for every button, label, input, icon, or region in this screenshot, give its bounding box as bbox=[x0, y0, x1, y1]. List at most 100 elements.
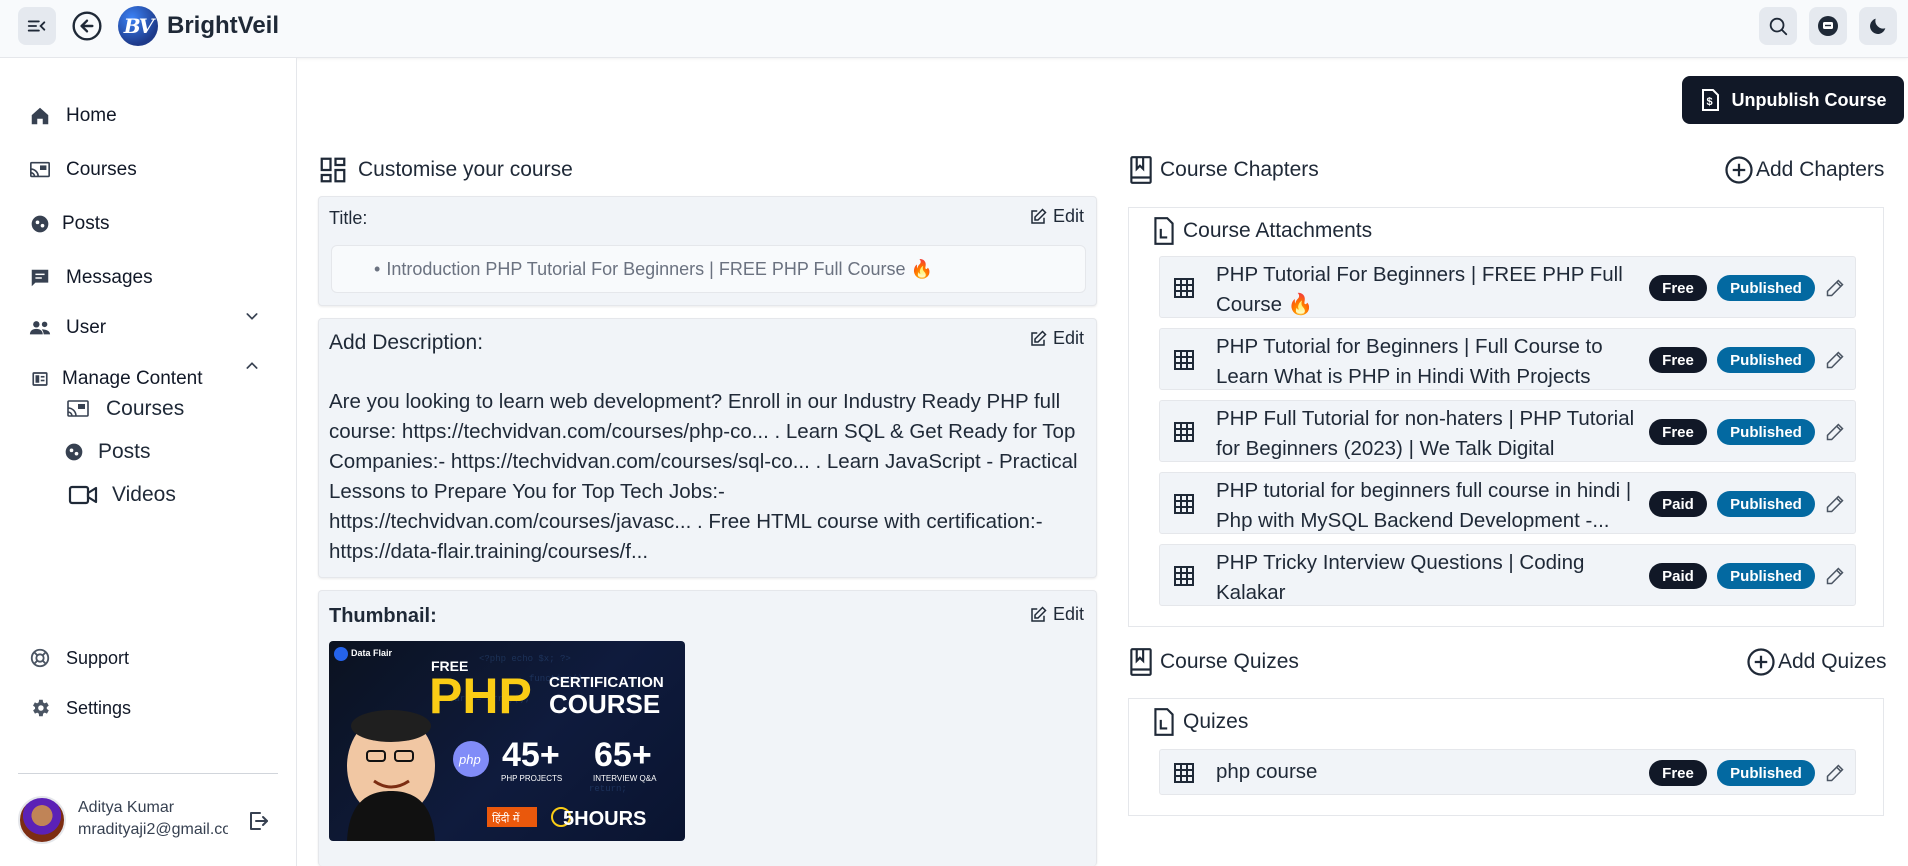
customise-heading-text: Customise your course bbox=[358, 158, 573, 181]
title-text: Introduction PHP Tutorial For Beginners … bbox=[386, 258, 933, 279]
chapter-row[interactable]: PHP Tricky Interview Questions | Coding … bbox=[1159, 544, 1856, 606]
sidebar: Home Courses Posts Messages User Manage … bbox=[0, 58, 297, 866]
pencil-icon[interactable] bbox=[1825, 763, 1845, 783]
chapter-title: PHP Tutorial For Beginners | FREE PHP Fu… bbox=[1216, 263, 1623, 316]
quizes-title-text: Quizes bbox=[1183, 710, 1249, 733]
thumb-interview-num: 65+ bbox=[594, 736, 652, 774]
theme-toggle-button[interactable] bbox=[1859, 7, 1897, 45]
add-quizes-button[interactable]: Add Quizes bbox=[1746, 647, 1887, 677]
sub-item-label: Courses bbox=[106, 397, 185, 420]
thumb-hours: 5HOURS bbox=[563, 808, 646, 830]
sidebar-item-support[interactable]: Support bbox=[28, 643, 129, 673]
sidebar-divider bbox=[18, 773, 278, 774]
pencil-icon[interactable] bbox=[1825, 566, 1845, 586]
attachments-title-text: Course Attachments bbox=[1183, 219, 1373, 242]
thumb-hindi: हिंदी में bbox=[492, 812, 520, 825]
grid-icon bbox=[1174, 350, 1194, 370]
quiz-title: php course bbox=[1216, 760, 1318, 783]
sub-item-posts[interactable]: Posts bbox=[64, 437, 151, 467]
chevron-up-icon[interactable] bbox=[244, 358, 260, 374]
avatar[interactable] bbox=[18, 796, 66, 844]
posts-icon bbox=[64, 439, 84, 465]
add-chapters-button[interactable]: Add Chapters bbox=[1724, 155, 1884, 185]
user-email: mradityaji2@gmail.com bbox=[78, 821, 228, 838]
sidebar-item-label: Home bbox=[66, 105, 117, 126]
cast-icon bbox=[28, 158, 52, 182]
bookmark-book-icon bbox=[1130, 156, 1152, 184]
edit-label: Edit bbox=[1052, 206, 1084, 226]
sidebar-item-messages[interactable]: Messages bbox=[28, 263, 153, 293]
quizes-panel: Quizes php course Free Published bbox=[1128, 698, 1884, 816]
sidebar-item-manage-content[interactable]: Manage Content bbox=[28, 364, 268, 394]
edit-thumbnail-button[interactable]: Edit bbox=[1029, 604, 1084, 625]
user-name: Aditya Kumar bbox=[78, 799, 175, 816]
title-card: Title: Edit • Introduction PHP Tutorial … bbox=[318, 196, 1097, 306]
status-badge: Published bbox=[1717, 563, 1815, 589]
support-icon bbox=[28, 646, 52, 670]
pencil-icon[interactable] bbox=[1825, 350, 1845, 370]
description-text: Are you looking to learn web development… bbox=[329, 390, 1078, 563]
collapse-sidebar-button[interactable] bbox=[18, 7, 56, 45]
thumbnail-image: <?php echo $x; ?> function() $arr = array(… bbox=[329, 641, 685, 841]
top-bar: BV BrightVeil bbox=[0, 0, 1908, 58]
sidebar-item-label: Settings bbox=[66, 697, 132, 718]
unpublish-course-button[interactable]: $ Unpublish Course bbox=[1682, 76, 1904, 124]
pencil-icon[interactable] bbox=[1825, 422, 1845, 442]
file-icon bbox=[1154, 708, 1174, 736]
sidebar-item-label: Courses bbox=[66, 159, 137, 180]
messages-button[interactable] bbox=[1809, 7, 1847, 45]
chapter-row[interactable]: PHP Tutorial for Beginners | Full Course… bbox=[1159, 328, 1856, 390]
sidebar-item-settings[interactable]: Settings bbox=[28, 693, 131, 723]
menu-collapse-icon bbox=[27, 20, 46, 32]
status-badge: Published bbox=[1717, 275, 1815, 301]
posts-icon bbox=[28, 212, 52, 236]
quiz-row[interactable]: php course Free Published bbox=[1159, 749, 1856, 795]
sidebar-item-label: Manage Content bbox=[62, 368, 203, 389]
chapter-row[interactable]: PHP Full Tutorial for non-haters | PHP T… bbox=[1159, 400, 1856, 462]
sidebar-item-label: Messages bbox=[66, 267, 153, 288]
edit-title-button[interactable]: Edit bbox=[1029, 206, 1084, 227]
gear-icon bbox=[28, 696, 52, 720]
chapter-row[interactable]: PHP tutorial for beginners full course i… bbox=[1159, 472, 1856, 534]
sidebar-item-home[interactable]: Home bbox=[28, 101, 117, 131]
access-badge: Free bbox=[1649, 347, 1707, 373]
sub-item-courses[interactable]: Courses bbox=[64, 394, 184, 424]
chat-icon bbox=[1818, 16, 1838, 36]
customise-heading: Customise your course bbox=[318, 155, 573, 185]
pencil-icon[interactable] bbox=[1825, 494, 1845, 514]
sidebar-item-label: Support bbox=[66, 647, 130, 668]
quizes-heading: Course Quizes bbox=[1128, 647, 1299, 677]
sidebar-item-courses[interactable]: Courses bbox=[28, 155, 137, 185]
unpublish-icon: $ bbox=[1702, 89, 1720, 111]
edit-description-button[interactable]: Edit bbox=[1029, 328, 1084, 349]
sidebar-item-posts[interactable]: Posts bbox=[28, 209, 110, 239]
thumb-php: PHP bbox=[429, 668, 532, 724]
pencil-icon[interactable] bbox=[1825, 278, 1845, 298]
bullet: • bbox=[374, 258, 381, 279]
dashboard-icon bbox=[320, 157, 346, 183]
plus-circle-icon bbox=[1725, 156, 1753, 184]
status-badge: Published bbox=[1717, 347, 1815, 373]
home-icon bbox=[28, 104, 52, 128]
arrow-left-circle-icon bbox=[72, 11, 102, 41]
chapter-title: PHP Full Tutorial for non-haters | PHP T… bbox=[1216, 407, 1635, 460]
attachments-title: Course Attachments bbox=[1151, 216, 1372, 246]
search-button[interactable] bbox=[1759, 7, 1797, 45]
sidebar-item-label: Posts bbox=[62, 213, 110, 234]
status-badge: Published bbox=[1717, 419, 1815, 445]
status-badge: Published bbox=[1717, 760, 1815, 786]
brand-name: BrightVeil bbox=[167, 12, 280, 39]
description-label: Add Description: bbox=[329, 331, 484, 354]
chapter-title: PHP tutorial for beginners full course i… bbox=[1216, 479, 1632, 532]
add-chapters-label: Add Chapters bbox=[1756, 158, 1885, 181]
thumb-projects-label: PHP PROJECTS bbox=[501, 774, 562, 783]
svg-text:return;: return; bbox=[589, 784, 627, 794]
back-button[interactable] bbox=[68, 7, 106, 45]
chevron-down-icon[interactable] bbox=[244, 308, 260, 324]
chapter-row[interactable]: PHP Tutorial For Beginners | FREE PHP Fu… bbox=[1159, 256, 1856, 318]
users-icon bbox=[28, 316, 52, 340]
chapter-title: PHP Tutorial for Beginners | Full Course… bbox=[1216, 335, 1603, 388]
sub-item-videos[interactable]: Videos bbox=[68, 480, 176, 510]
logout-icon[interactable] bbox=[246, 809, 270, 833]
sidebar-item-user[interactable]: User bbox=[28, 313, 268, 343]
